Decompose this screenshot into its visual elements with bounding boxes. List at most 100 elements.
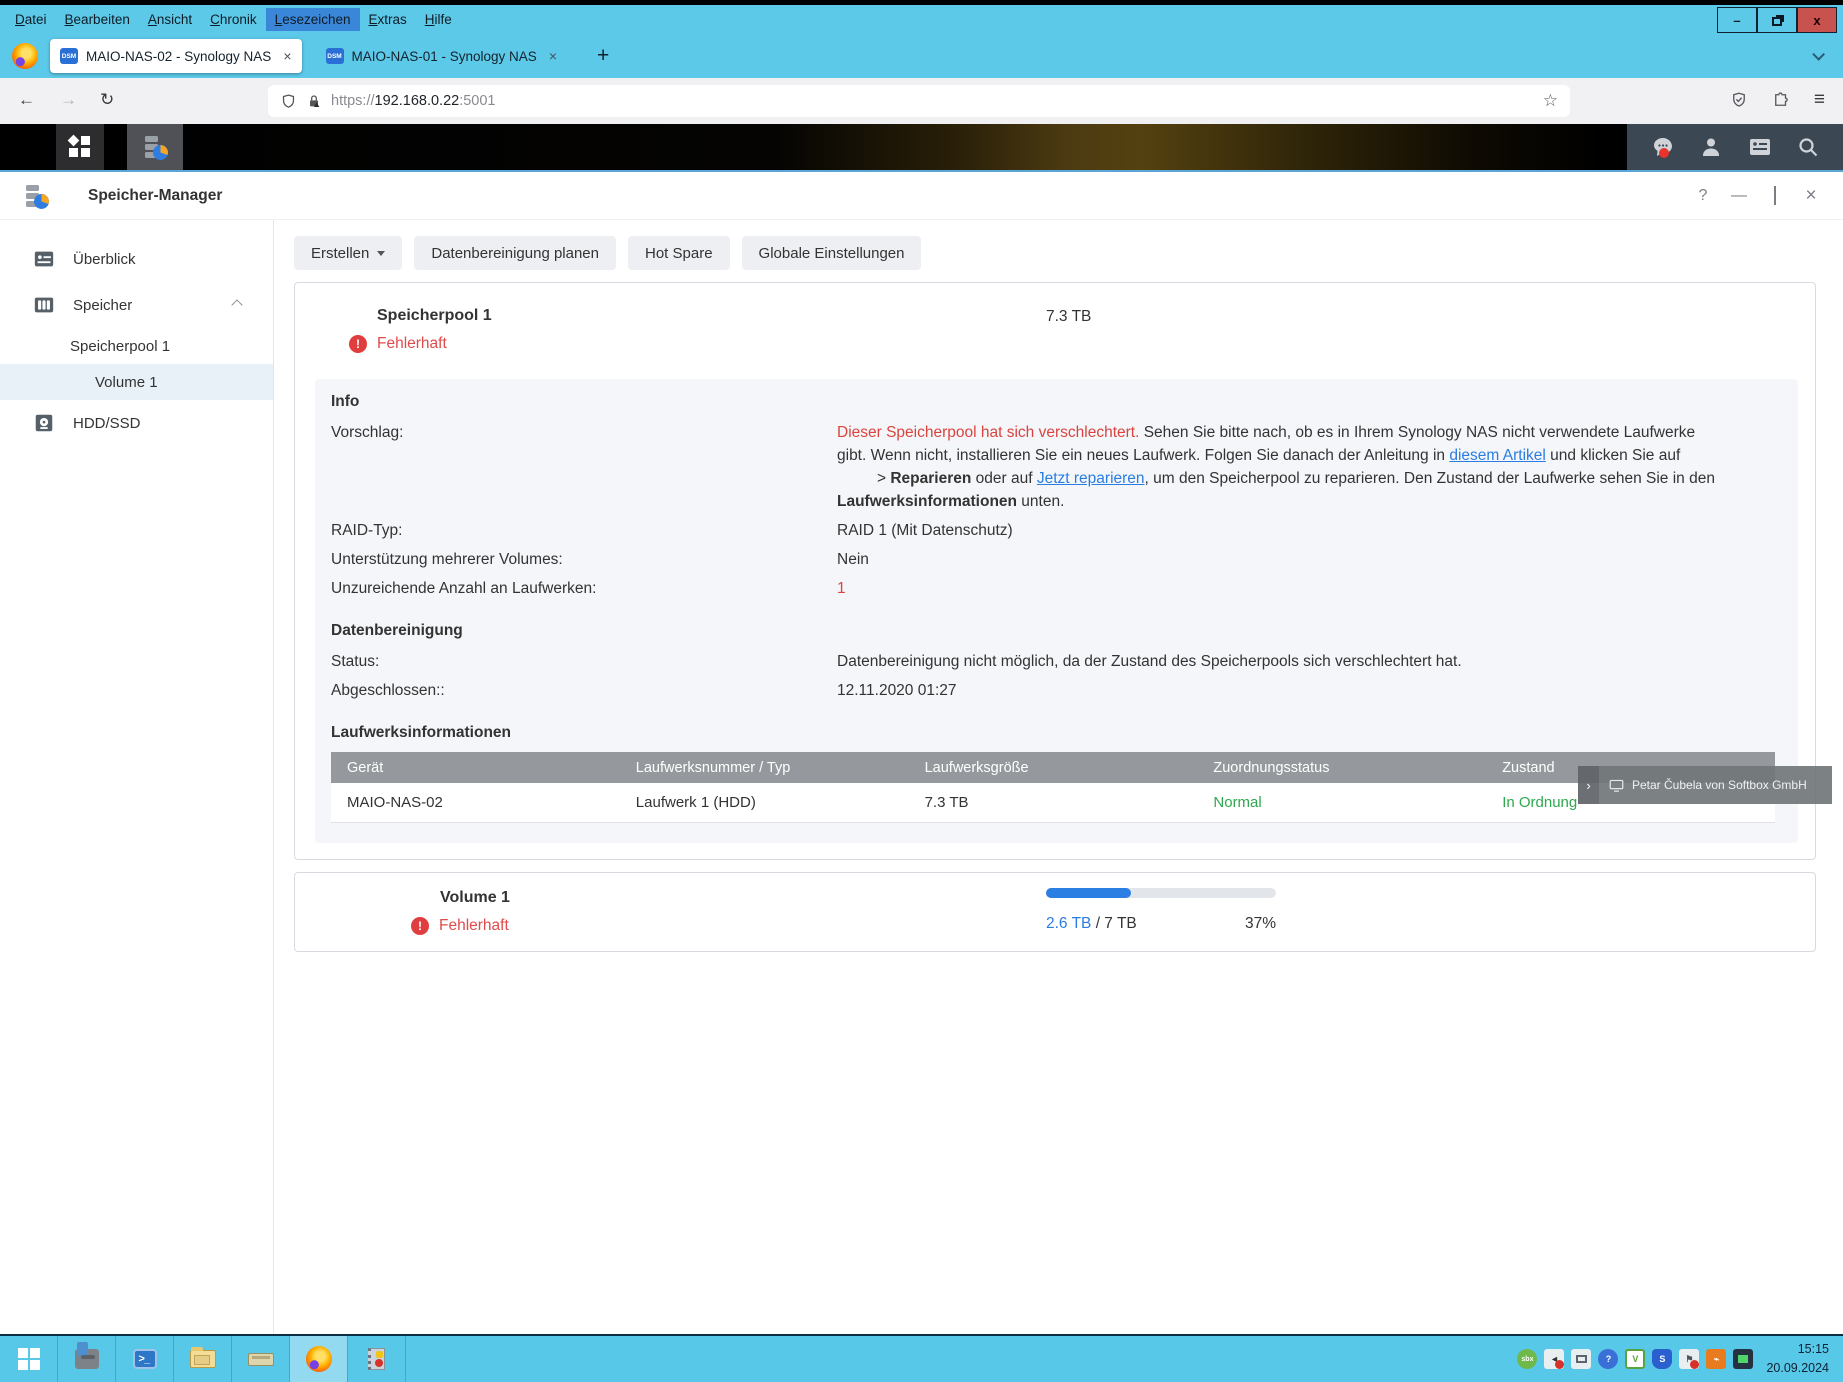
raid-type-row: RAID-Typ: RAID 1 (Mit Datenschutz) — [331, 519, 1782, 542]
java-tray-icon[interactable]: ⌁ — [1706, 1349, 1726, 1369]
sidebar-item-ueberblick[interactable]: Überblick — [0, 236, 273, 282]
network-status-icon[interactable] — [1571, 1349, 1591, 1369]
server-manager-button[interactable] — [58, 1336, 116, 1382]
dsm-storage-manager-task-button[interactable] — [127, 124, 183, 170]
sidebar-item-volume-1[interactable]: Volume 1 — [0, 364, 273, 400]
windows-taskbar: >_ sbx ◄ ? V S ⚑ ⌁ 15:15 20.09.2024 — [0, 1334, 1843, 1382]
action-center-flag-icon[interactable]: ⚑ — [1679, 1349, 1699, 1369]
forward-icon[interactable]: → — [60, 90, 77, 110]
minimize-button[interactable]: – — [1717, 7, 1757, 33]
sidebar-item-speicherpool-1[interactable]: Speicherpool 1 — [0, 328, 273, 364]
windows-logo-icon — [18, 1348, 40, 1370]
sidebar-item-hdd-ssd[interactable]: HDD/SSD — [0, 400, 273, 446]
search-icon[interactable] — [1796, 135, 1820, 159]
insufficient-drives-row: Unzureichende Anzahl an Laufwerken: 1 — [331, 577, 1782, 600]
powershell-button[interactable]: >_ — [116, 1336, 174, 1382]
cell-slot: Laufwerk 1 (HDD) — [620, 783, 909, 822]
menu-datei[interactable]: Datei — [6, 8, 56, 31]
shield-icon[interactable] — [280, 93, 297, 110]
menu-chronik[interactable]: Chronik — [201, 8, 266, 31]
scrubbing-status-value: Datenbereinigung nicht möglich, da der Z… — [837, 650, 1782, 673]
article-link[interactable]: diesem Artikel — [1449, 447, 1545, 464]
vmware-tray-icon[interactable]: V — [1625, 1349, 1645, 1369]
widgets-icon[interactable] — [1747, 135, 1773, 159]
chevron-up-icon[interactable] — [231, 299, 242, 310]
user-account-icon[interactable] — [1699, 135, 1723, 159]
reload-icon[interactable]: ↻ — [100, 90, 114, 110]
insufficient-drives-value: 1 — [837, 577, 1782, 600]
global-settings-button[interactable]: Globale Einstellungen — [742, 236, 922, 270]
volume-card[interactable]: Volume 1 ! Fehlerhaft 2.6 TB / 7 TB 37% — [294, 872, 1816, 952]
menu-hilfe[interactable]: Hilfe — [416, 8, 461, 31]
url-bar[interactable]: https://192.168.0.22:5001 ☆ — [268, 85, 1570, 117]
restore-button[interactable] — [1757, 7, 1797, 33]
extensions-puzzle-icon[interactable] — [1772, 91, 1790, 109]
menu-lesezeichen[interactable]: Lesezeichen — [266, 8, 360, 31]
pocket-shield-icon[interactable] — [1730, 91, 1748, 109]
sidebar-item-speicher[interactable]: Speicher — [0, 282, 273, 328]
lock-warning-icon[interactable] — [306, 93, 322, 109]
bookmark-star-icon[interactable]: ☆ — [1543, 91, 1558, 111]
notifications-button[interactable] — [1650, 135, 1676, 159]
help-pointer-icon[interactable]: ? — [1598, 1349, 1618, 1369]
close-button[interactable]: x — [1797, 7, 1837, 33]
minimize-button[interactable]: — — [1721, 187, 1757, 205]
tab-close-icon[interactable]: × — [283, 48, 291, 64]
firefox-taskbar-button[interactable] — [290, 1336, 348, 1382]
error-alert-icon: ! — [411, 917, 429, 935]
drive-table: Gerät Laufwerksnummer / Typ Laufwerksgrö… — [331, 752, 1775, 823]
sbx-tray-icon[interactable]: sbx — [1517, 1349, 1537, 1369]
restore-icon — [1774, 186, 1776, 205]
remote-desktop-icon[interactable] — [1733, 1349, 1753, 1369]
volume-name: Volume 1 — [440, 889, 510, 907]
screen-share-icon — [1609, 779, 1624, 792]
schedule-data-scrubbing-button[interactable]: Datenbereinigung planen — [414, 236, 616, 270]
shield-s-tray-icon[interactable]: S — [1652, 1349, 1672, 1369]
back-icon[interactable]: ← — [18, 90, 35, 110]
hdd-icon — [33, 412, 55, 434]
file-explorer-button[interactable] — [174, 1336, 232, 1382]
menu-extras[interactable]: Extras — [360, 8, 416, 31]
suggestion-text: Dieser Speicherpool hat sich verschlecht… — [837, 421, 1717, 513]
overlay-chevron-icon[interactable]: › — [1578, 766, 1599, 804]
raid-type-value: RAID 1 (Mit Datenschutz) — [837, 519, 1782, 542]
window-titlebar[interactable]: Speicher-Manager ? — × — [0, 172, 1843, 220]
start-button[interactable] — [0, 1336, 58, 1382]
remote-session-overlay: › Petar Čubela von Softbox GmbH — [1578, 766, 1832, 804]
menu-ansicht[interactable]: Ansicht — [139, 8, 201, 31]
tab-maio-nas-02[interactable]: DSM MAIO-NAS-02 - Synology NAS × — [50, 39, 302, 73]
pool-status-text: Fehlerhaft — [377, 335, 447, 353]
hot-spare-button[interactable]: Hot Spare — [628, 236, 730, 270]
firefox-icon[interactable] — [12, 43, 38, 69]
audio-muted-icon[interactable]: ◄ — [1544, 1349, 1564, 1369]
clock-date: 20.09.2024 — [1766, 1359, 1829, 1378]
dsm-tray — [1627, 124, 1843, 170]
tab-close-icon[interactable]: × — [549, 48, 557, 64]
cell-allocation-status: Normal — [1197, 783, 1486, 822]
dsm-main-menu-button[interactable] — [56, 124, 104, 170]
notebook-app-button[interactable] — [348, 1336, 406, 1382]
restore-button[interactable] — [1757, 187, 1793, 205]
dsm-taskbar — [0, 124, 1843, 170]
tab-maio-nas-01[interactable]: DSM MAIO-NAS-01 - Synology NAS × — [316, 39, 568, 73]
close-button[interactable]: × — [1793, 185, 1829, 207]
table-row[interactable]: MAIO-NAS-02 Laufwerk 1 (HDD) 7.3 TB Norm… — [331, 783, 1775, 822]
pool-header: Speicherpool 1 7.3 TB ! Fehlerhaft — [295, 283, 1815, 379]
help-button[interactable]: ? — [1685, 187, 1721, 205]
menu-bearbeiten[interactable]: Bearbeiten — [56, 8, 139, 31]
info-heading: Info — [331, 393, 1782, 411]
fax-scan-button[interactable] — [232, 1336, 290, 1382]
create-button[interactable]: Erstellen — [294, 236, 402, 270]
hamburger-menu-icon[interactable]: ≡ — [1814, 89, 1825, 111]
taskbar-clock[interactable]: 15:15 20.09.2024 — [1766, 1340, 1833, 1379]
multi-volume-value: Nein — [837, 548, 1782, 571]
error-alert-icon: ! — [349, 335, 367, 353]
window-controls: ? — × — [1685, 172, 1829, 220]
storage-bays-icon — [33, 294, 55, 316]
repair-now-link[interactable]: Jetzt reparieren — [1037, 470, 1145, 487]
dsm-favicon: DSM — [326, 48, 344, 64]
overlay-label: Petar Čubela von Softbox GmbH — [1632, 778, 1807, 792]
tab-list-chevron-icon[interactable] — [1812, 48, 1825, 61]
new-tab-button[interactable]: + — [597, 44, 609, 68]
folder-icon — [190, 1350, 216, 1368]
